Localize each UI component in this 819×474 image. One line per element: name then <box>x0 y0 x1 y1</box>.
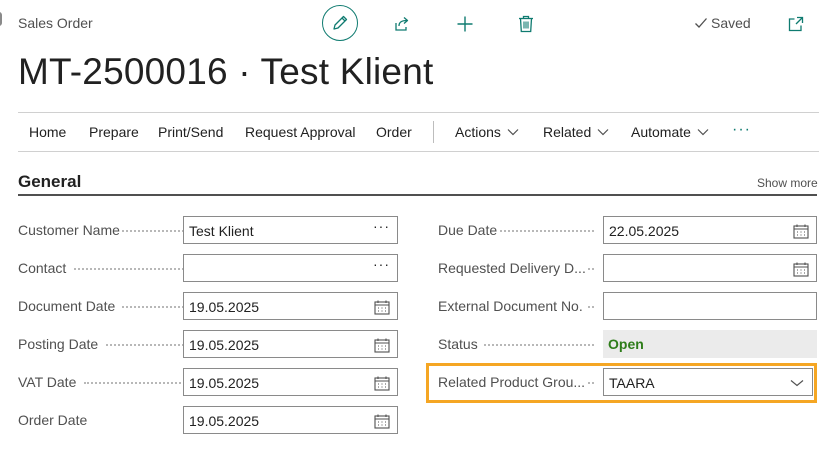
menu-actions[interactable]: Actions <box>455 124 519 140</box>
field-posting-date: Posting Date 19.05.2025 <box>18 330 398 358</box>
action-bar-separator <box>433 121 434 143</box>
calendar-icon[interactable] <box>374 375 390 391</box>
field-value: Test Klient <box>189 223 254 239</box>
page-type-label: Sales Order <box>18 15 93 31</box>
customer-name-input[interactable]: Test Klient ··· <box>183 216 398 244</box>
menu-automate[interactable]: Automate <box>631 124 709 140</box>
saved-label: Saved <box>711 15 751 31</box>
calendar-icon[interactable] <box>374 337 390 353</box>
vat-date-input[interactable]: 19.05.2025 <box>183 368 398 396</box>
field-label: Order Date <box>18 412 88 428</box>
field-value: 19.05.2025 <box>189 375 260 391</box>
more-options-button[interactable]: ··· <box>732 121 751 139</box>
field-label: Posting Date <box>18 336 99 352</box>
field-label: Contact <box>18 260 67 276</box>
calendar-icon[interactable] <box>374 299 390 315</box>
label-dots <box>588 268 594 270</box>
action-prepare[interactable]: Prepare <box>89 124 139 140</box>
label-dots <box>484 344 594 346</box>
chevron-down-icon <box>597 129 609 136</box>
new-button[interactable] <box>447 6 483 42</box>
requested-delivery-date-input[interactable] <box>603 254 817 282</box>
menu-related[interactable]: Related <box>543 124 609 140</box>
label-dots <box>84 382 192 384</box>
label-dots <box>122 230 192 232</box>
panel-edge-handle[interactable] <box>0 12 2 26</box>
field-label: Requested Delivery D... <box>438 260 586 276</box>
label-dots <box>74 268 192 270</box>
show-more-link[interactable]: Show more <box>757 176 818 190</box>
field-vat-date: VAT Date 19.05.2025 <box>18 368 398 396</box>
field-label: Due Date <box>438 222 498 238</box>
page-title: MT-2500016 · Test Klient <box>18 51 434 92</box>
menu-actions-label: Actions <box>455 124 501 140</box>
field-requested-delivery-date: Requested Delivery D... <box>438 254 817 282</box>
field-value: 19.05.2025 <box>189 337 260 353</box>
lookup-ellipsis-icon[interactable]: ··· <box>373 256 390 272</box>
lookup-ellipsis-icon[interactable]: ··· <box>373 218 390 234</box>
section-title-general[interactable]: General <box>18 172 81 192</box>
calendar-icon[interactable] <box>793 223 809 239</box>
field-due-date: Due Date 22.05.2025 <box>438 216 817 244</box>
field-label: Document Date <box>18 298 116 314</box>
field-external-document-no: External Document No. <box>438 292 817 320</box>
external-document-no-input[interactable] <box>603 292 817 320</box>
share-icon <box>395 17 409 31</box>
order-date-input[interactable]: 19.05.2025 <box>183 406 398 434</box>
field-label: Status <box>438 336 478 352</box>
plus-icon <box>457 16 473 32</box>
label-dots <box>500 230 594 232</box>
menu-related-label: Related <box>543 124 592 140</box>
action-home[interactable]: Home <box>29 124 66 140</box>
edit-button[interactable] <box>322 5 358 41</box>
section-underline <box>18 194 817 196</box>
trash-icon <box>519 15 533 33</box>
edit-icon <box>333 15 348 30</box>
action-order[interactable]: Order <box>376 124 412 140</box>
field-value: 19.05.2025 <box>189 413 260 429</box>
field-contact: Contact ··· <box>18 254 398 282</box>
status-value-box: Open <box>603 330 817 358</box>
chevron-down-icon <box>507 129 519 136</box>
field-label: External Document No. <box>438 298 583 314</box>
label-dots <box>122 306 192 308</box>
label-dots <box>588 306 594 308</box>
delete-button[interactable] <box>508 6 544 42</box>
status-badge: Open <box>608 336 644 352</box>
chevron-down-icon <box>697 129 709 136</box>
action-bar: Home Prepare Print/Send Request Approval… <box>18 113 819 152</box>
field-document-date: Document Date 19.05.2025 <box>18 292 398 320</box>
field-value: 22.05.2025 <box>609 223 680 239</box>
popout-icon <box>788 16 804 32</box>
check-icon <box>695 18 707 28</box>
share-button[interactable] <box>384 6 420 42</box>
field-label: Customer Name <box>18 222 120 238</box>
document-date-input[interactable]: 19.05.2025 <box>183 292 398 320</box>
action-request-approval[interactable]: Request Approval <box>245 124 356 140</box>
field-order-date: Order Date 19.05.2025 <box>18 406 398 434</box>
label-dots <box>106 344 192 346</box>
highlight-frame <box>426 363 817 403</box>
menu-automate-label: Automate <box>631 124 691 140</box>
open-new-window-button[interactable] <box>784 12 808 36</box>
calendar-icon[interactable] <box>374 413 390 429</box>
saved-status: Saved <box>694 15 751 31</box>
field-status: Status Open <box>438 330 817 358</box>
field-customer-name: Customer Name Test Klient ··· <box>18 216 398 244</box>
field-value: 19.05.2025 <box>189 299 260 315</box>
contact-input[interactable]: ··· <box>183 254 398 282</box>
field-label: VAT Date <box>18 374 77 390</box>
calendar-icon[interactable] <box>793 261 809 277</box>
due-date-input[interactable]: 22.05.2025 <box>603 216 817 244</box>
top-bar: Sales Order Saved <box>0 0 819 48</box>
posting-date-input[interactable]: 19.05.2025 <box>183 330 398 358</box>
action-print-send[interactable]: Print/Send <box>158 124 223 140</box>
